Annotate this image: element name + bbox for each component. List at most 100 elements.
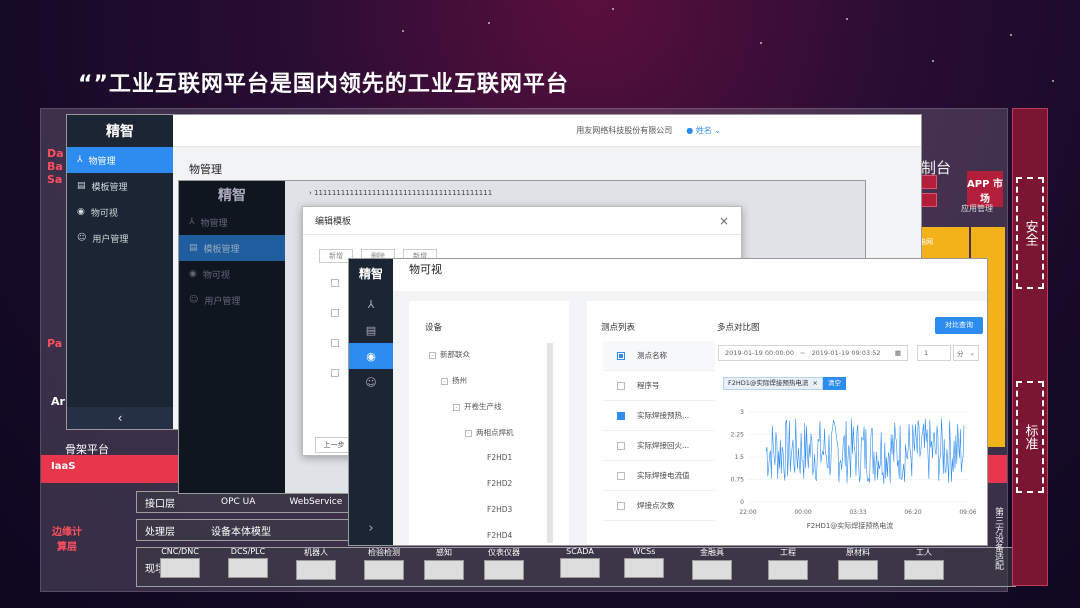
y-tick-label: 0.75 <box>731 477 745 484</box>
tag-close-icon[interactable]: × <box>812 378 817 389</box>
nav-thing-visual[interactable]: ◉ 物可视 <box>179 261 285 287</box>
y-tick-label: 1.5 <box>734 454 744 461</box>
modal-header: 编辑模板 × <box>303 207 741 235</box>
template-icon[interactable]: ▤ <box>349 317 393 343</box>
nav-user-management[interactable]: ☺ 用户管理 <box>67 225 173 251</box>
device-robot: 机器人 <box>292 547 340 580</box>
row-checkbox[interactable] <box>331 339 339 347</box>
tree-leaf[interactable]: F2HD1 <box>487 453 512 462</box>
user-icon[interactable]: ☺ <box>349 369 393 395</box>
compare-query-button[interactable]: 对比查询 <box>935 317 983 334</box>
user-menu[interactable]: ● 姓名 ⌄ <box>686 125 721 136</box>
slide-title: “”工业互联网平台是国内领先的工业互联网平台 <box>78 72 569 97</box>
nav-template-management[interactable]: ▤ 模板管理 <box>179 235 285 261</box>
edge-computing-label: 边缘计算层 <box>52 527 82 553</box>
chevron-down-icon: ⌄ <box>714 126 721 135</box>
template-icon: ▤ <box>77 181 86 191</box>
point-row[interactable]: 实际焊接预热... <box>603 401 715 431</box>
standard-box: 标准 <box>1016 381 1044 493</box>
webservice-label: WebService <box>289 497 343 507</box>
x-axis-label: F2HD1@实际焊接预热电流 <box>807 521 894 530</box>
device-sensor: 感知 <box>420 547 468 580</box>
page-title: 物管理 <box>189 163 222 176</box>
device-engineering: 工程 <box>764 547 812 580</box>
checkbox[interactable] <box>617 441 625 450</box>
scrollbar[interactable] <box>547 343 553 543</box>
checkbox[interactable] <box>617 501 625 510</box>
tree-leaf[interactable]: F2HD3 <box>487 505 512 514</box>
point-row[interactable]: 程序号 <box>603 371 715 401</box>
interval-unit-select[interactable]: 分 ⌄ <box>953 345 979 361</box>
opc-ua-label: OPC UA <box>221 497 256 507</box>
interval-input[interactable]: 1 <box>917 345 951 361</box>
tree-icon: ⅄ <box>77 155 83 165</box>
device-material: 原材料 <box>834 547 882 580</box>
date-range-input[interactable]: 2019-01-19 00:00:00 ~2019-01-19 09:03:52 ▦ <box>718 345 908 361</box>
app-market: APP 市场 <box>967 171 1003 207</box>
checkbox[interactable] <box>617 411 625 420</box>
x-tick-label: 06:20 <box>904 509 921 516</box>
checkbox[interactable] <box>617 471 625 480</box>
nav-thing-management[interactable]: ⅄ 物管理 <box>179 209 285 235</box>
tree-leaf[interactable]: F2HD2 <box>487 479 512 488</box>
tree-node[interactable]: - 开卷生产线 <box>453 401 502 412</box>
avatar-icon: ● <box>686 126 694 135</box>
security-box: 安全 <box>1016 177 1044 289</box>
clear-button[interactable]: 清空 <box>823 377 846 390</box>
points-list: 测点名称 程序号 实际焊接预热... 实际焊接回火... 实际焊接电流值 焊接点… <box>603 341 715 541</box>
device-tooling: 金融具 <box>688 547 736 580</box>
close-icon[interactable]: × <box>719 214 729 228</box>
row-checkbox[interactable] <box>331 309 339 317</box>
eye-icon: ◉ <box>189 269 197 279</box>
nav-thing-management[interactable]: ⅄ 物管理 <box>67 147 173 173</box>
app-manage-label: 应用管理 <box>961 204 993 213</box>
tree-leaf[interactable]: F2HD4 <box>487 531 512 540</box>
expand-arrow[interactable]: › <box>349 515 393 541</box>
processing-layer-label: 处理层 <box>145 526 175 538</box>
points-title: 测点列表 <box>601 323 636 333</box>
checkbox[interactable] <box>617 381 625 390</box>
point-row[interactable]: 实际焊接回火... <box>603 431 715 461</box>
paas-label: Pa <box>47 337 63 350</box>
logo: 精智 <box>218 188 246 204</box>
row-checkbox[interactable] <box>331 279 339 287</box>
right-sidebar: 安全 标准 <box>1012 108 1048 586</box>
sidebar: 精智 ⅄ 物管理 ▤ 模板管理 ◉ 物可视 ☺ 用户管理 ‹ <box>67 115 173 429</box>
checkbox[interactable] <box>617 351 625 360</box>
device-cnc: CNC/DNC <box>156 547 204 578</box>
point-row[interactable]: 焊接点次数 <box>603 491 715 521</box>
nav-user-management[interactable]: ☺ 用户管理 <box>179 287 285 313</box>
modal-title: 编辑模板 <box>315 217 352 227</box>
tree-icon: ⅄ <box>189 217 195 227</box>
selected-tag: F2HD1@实际焊接预热电流 × <box>723 377 823 390</box>
eye-icon[interactable]: ◉ <box>349 343 393 369</box>
top-bar <box>393 259 987 291</box>
tree-node[interactable]: - 新那联众 <box>429 349 470 360</box>
logo: 精智 <box>358 266 383 281</box>
nav-thing-visual[interactable]: ◉ 物可视 <box>67 199 173 225</box>
y-tick-label: 0 <box>740 499 744 506</box>
x-tick-label: 09:06 <box>959 509 976 516</box>
page-title: 物可视 <box>409 263 442 276</box>
device-wcss: WCSs <box>620 547 668 578</box>
row-checkbox[interactable] <box>331 369 339 377</box>
collapse-button[interactable]: ‹ <box>67 407 173 429</box>
line-chart: 00.751.52.253 22:00 00:00 03:33 06:20 09:06 … <box>731 409 976 530</box>
series-line <box>765 418 965 484</box>
tree-icon[interactable]: ⅄ <box>349 291 393 317</box>
sidebar: 精智 ⅄ 物管理 ▤ 模板管理 ◉ 物可视 ☺ 用户管理 <box>179 181 285 493</box>
device-title: 设备 <box>425 323 443 333</box>
device-instrument: 仪表仪器 <box>480 547 528 580</box>
tree-node[interactable]: - 两相点焊机 <box>465 427 514 438</box>
ar-label: Ar <box>51 395 65 408</box>
sidebar: 精智 ⅄ ▤ ◉ ☺ › <box>349 259 393 545</box>
point-row[interactable]: 测点名称 <box>603 341 715 371</box>
nav-template-management[interactable]: ▤ 模板管理 <box>67 173 173 199</box>
template-icon: ▤ <box>189 243 198 253</box>
tree-node[interactable]: - 扬州 <box>441 375 467 386</box>
device-dcs-plc: DCS/PLC <box>224 547 272 578</box>
x-tick-label: 22:00 <box>739 509 756 516</box>
logo: 精智 <box>106 124 134 140</box>
interface-layer-label: 接口层 <box>145 498 175 510</box>
point-row[interactable]: 实际焊接电流值 <box>603 461 715 491</box>
